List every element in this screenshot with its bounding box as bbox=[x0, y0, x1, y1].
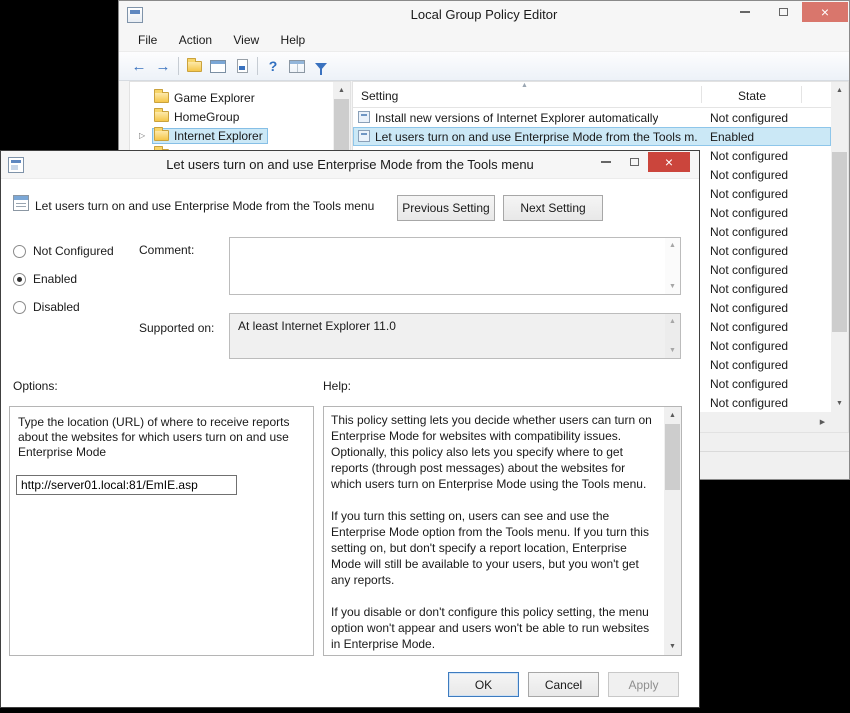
toolbar-separator bbox=[257, 57, 258, 75]
scrollbar-thumb[interactable] bbox=[832, 152, 847, 332]
scroll-up-icon[interactable]: ▲ bbox=[333, 82, 350, 99]
help-paragraph: If you turn this setting on, users can s… bbox=[331, 508, 659, 588]
scroll-down-icon[interactable]: ▼ bbox=[664, 638, 681, 655]
help-panel: This policy setting lets you decide whet… bbox=[323, 406, 682, 656]
comment-label: Comment: bbox=[139, 243, 194, 257]
supported-on-label: Supported on: bbox=[139, 321, 214, 335]
options-panel: Type the location (URL) of where to rece… bbox=[9, 406, 314, 656]
report-url-input[interactable] bbox=[16, 475, 237, 495]
radio-not-configured[interactable]: Not Configured bbox=[13, 243, 114, 259]
help-paragraph: This policy setting lets you decide whet… bbox=[331, 412, 659, 492]
tree-item-game-explorer[interactable]: Game Explorer bbox=[130, 88, 333, 107]
cancel-button[interactable]: Cancel bbox=[528, 672, 599, 697]
apply-button-disabled: Apply bbox=[608, 672, 679, 697]
dialog-titlebar[interactable]: Let users turn on and use Enterprise Mod… bbox=[1, 151, 699, 179]
maximize-button[interactable] bbox=[620, 152, 648, 172]
scroll-down-icon[interactable]: ▼ bbox=[665, 344, 680, 357]
policy-item-icon bbox=[358, 130, 370, 142]
export-list-icon[interactable] bbox=[230, 55, 254, 77]
list-row[interactable]: Install new versions of Internet Explore… bbox=[353, 108, 831, 127]
minimize-icon bbox=[740, 11, 750, 13]
list-header: ▲ Setting State bbox=[353, 82, 848, 108]
scroll-up-icon[interactable]: ▲ bbox=[665, 315, 680, 328]
supported-on-box: At least Internet Explorer 11.0 ▲ ▼ bbox=[229, 313, 681, 359]
tree-item-internet-explorer[interactable]: ▷ Internet Explorer bbox=[130, 126, 333, 145]
expander-icon[interactable]: ▷ bbox=[139, 131, 145, 140]
column-header-setting[interactable]: Setting bbox=[361, 89, 398, 103]
supported-scrollbar[interactable]: ▲ ▼ bbox=[665, 314, 680, 358]
scroll-right-icon[interactable]: ▶ bbox=[814, 412, 831, 432]
radio-icon-checked[interactable] bbox=[13, 273, 26, 286]
folder-icon bbox=[154, 130, 169, 141]
gpedit-toolbar: ← → ? bbox=[119, 52, 849, 81]
close-button[interactable]: × bbox=[802, 2, 848, 22]
column-header-state[interactable]: State bbox=[702, 89, 802, 103]
radio-disabled[interactable]: Disabled bbox=[13, 299, 80, 315]
folder-icon bbox=[154, 92, 169, 103]
gpedit-titlebar[interactable]: Local Group Policy Editor × bbox=[119, 1, 849, 29]
menu-help[interactable]: Help bbox=[272, 29, 315, 51]
parent-folder-icon[interactable] bbox=[182, 55, 206, 77]
close-button[interactable]: × bbox=[648, 152, 690, 172]
previous-setting-button[interactable]: Previous Setting bbox=[397, 195, 495, 221]
radio-icon[interactable] bbox=[13, 301, 26, 314]
column-divider[interactable] bbox=[801, 86, 802, 103]
minimize-button[interactable] bbox=[726, 2, 764, 22]
radio-icon[interactable] bbox=[13, 245, 26, 258]
gpedit-menubar: File Action View Help bbox=[119, 29, 849, 52]
policy-dialog: Let users turn on and use Enterprise Mod… bbox=[0, 150, 700, 708]
tree-item-homegroup[interactable]: HomeGroup bbox=[130, 107, 333, 126]
scrollbar-corner bbox=[831, 412, 848, 432]
menu-file[interactable]: File bbox=[129, 29, 166, 51]
radio-label: Enabled bbox=[33, 272, 77, 286]
minimize-button[interactable] bbox=[592, 152, 620, 172]
console-window-icon[interactable] bbox=[206, 55, 230, 77]
list-row-selected[interactable]: Let users turn on and use Enterprise Mod… bbox=[353, 127, 831, 146]
options-description: Type the location (URL) of where to rece… bbox=[18, 415, 304, 460]
radio-label: Disabled bbox=[33, 300, 80, 314]
menu-view[interactable]: View bbox=[224, 29, 268, 51]
maximize-icon bbox=[779, 8, 788, 16]
ok-button[interactable]: OK bbox=[448, 672, 519, 697]
scroll-down-icon[interactable]: ▼ bbox=[665, 280, 680, 293]
radio-enabled[interactable]: Enabled bbox=[13, 271, 77, 287]
help-paragraph: If you disable or don't configure this p… bbox=[331, 604, 659, 652]
scroll-up-icon[interactable]: ▲ bbox=[664, 407, 681, 424]
scrollbar-thumb[interactable] bbox=[665, 424, 680, 490]
maximize-icon bbox=[630, 158, 639, 166]
scroll-down-icon[interactable]: ▼ bbox=[831, 395, 848, 412]
help-text: This policy setting lets you decide whet… bbox=[331, 412, 659, 668]
extended-view-icon[interactable] bbox=[285, 55, 309, 77]
maximize-button[interactable] bbox=[764, 2, 802, 22]
policy-item-icon bbox=[358, 111, 370, 123]
comment-scrollbar[interactable]: ▲ ▼ bbox=[665, 238, 680, 294]
folder-icon bbox=[154, 111, 169, 122]
supported-on-value: At least Internet Explorer 11.0 bbox=[238, 319, 396, 333]
policy-setting-icon bbox=[13, 195, 29, 211]
options-label: Options: bbox=[13, 379, 58, 393]
list-vertical-scrollbar[interactable]: ▲ ▼ bbox=[831, 82, 848, 412]
toolbar-separator bbox=[178, 57, 179, 75]
menu-action[interactable]: Action bbox=[170, 29, 221, 51]
minimize-icon bbox=[601, 161, 611, 163]
sort-ascending-icon: ▲ bbox=[521, 82, 528, 89]
help-scrollbar[interactable]: ▲ ▼ bbox=[664, 407, 681, 655]
help-icon[interactable]: ? bbox=[261, 55, 285, 77]
help-label: Help: bbox=[323, 379, 351, 393]
filter-icon[interactable] bbox=[309, 55, 333, 77]
comment-textarea[interactable]: ▲ ▼ bbox=[229, 237, 681, 295]
policy-setting-name: Let users turn on and use Enterprise Mod… bbox=[35, 199, 393, 213]
forward-icon[interactable]: → bbox=[151, 55, 175, 77]
scroll-up-icon[interactable]: ▲ bbox=[831, 82, 848, 99]
back-icon[interactable]: ← bbox=[127, 55, 151, 77]
next-setting-button[interactable]: Next Setting bbox=[503, 195, 603, 221]
scroll-up-icon[interactable]: ▲ bbox=[665, 239, 680, 252]
radio-label: Not Configured bbox=[33, 244, 114, 258]
